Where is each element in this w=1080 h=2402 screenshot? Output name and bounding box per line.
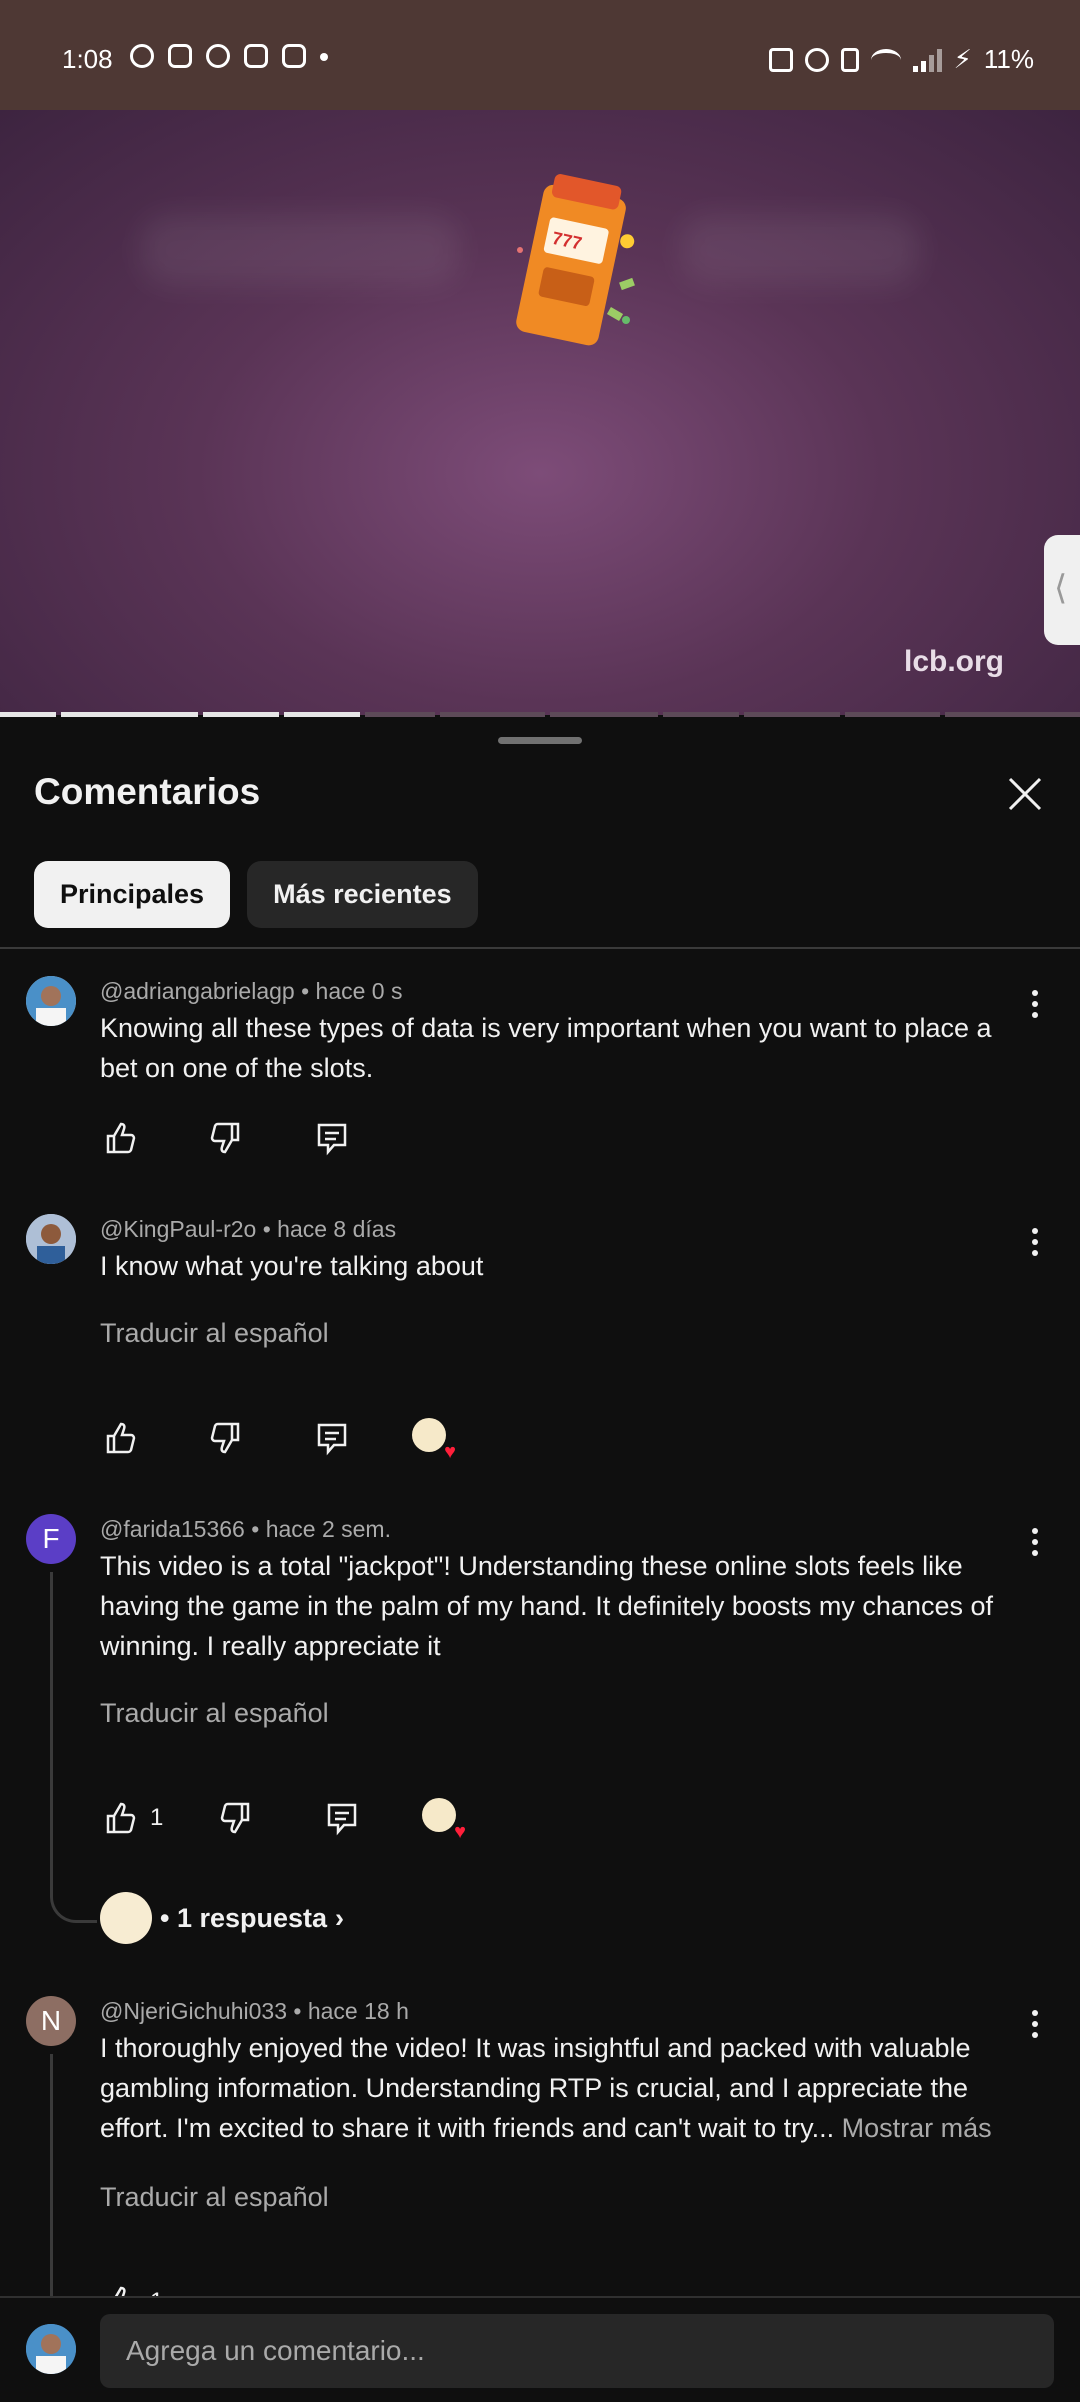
chevron-left-icon: ⟨ bbox=[1054, 569, 1068, 607]
avatar[interactable]: F bbox=[26, 1514, 76, 1564]
more-notifications-dot bbox=[320, 53, 328, 61]
comment-text: Knowing all these types of data is very … bbox=[100, 1013, 992, 1083]
creator-heart-icon: ♥ bbox=[422, 1798, 466, 1842]
drag-handle[interactable] bbox=[498, 737, 582, 744]
reply-icon[interactable] bbox=[312, 1118, 352, 1158]
show-more-link[interactable]: Mostrar más bbox=[842, 2113, 992, 2143]
dislike-icon[interactable] bbox=[206, 1418, 246, 1458]
comment-input[interactable] bbox=[100, 2314, 1054, 2388]
avatar[interactable] bbox=[26, 976, 76, 1026]
comment-time: hace 8 días bbox=[277, 1216, 397, 1242]
more-options-icon[interactable] bbox=[1030, 1528, 1040, 1562]
comment-body: I thoroughly enjoyed the video! It was i… bbox=[100, 2033, 971, 2143]
close-icon[interactable] bbox=[1006, 775, 1044, 813]
comment-author[interactable]: @NjeriGichuhi033 bbox=[100, 1998, 287, 2024]
comment-actions: ♥ bbox=[100, 1418, 456, 1462]
comment-text: I know what you're talking about bbox=[100, 1251, 484, 1281]
comment-author[interactable]: @KingPaul-r2o bbox=[100, 1216, 256, 1242]
whatsapp-icon bbox=[130, 44, 154, 68]
comment-actions bbox=[100, 1118, 352, 1158]
creator-avatar bbox=[100, 1892, 152, 1944]
thread-line bbox=[50, 1572, 53, 1892]
comment-composer bbox=[0, 2296, 1080, 2402]
comment-actions: 1 ♥ bbox=[100, 1798, 466, 1842]
more-options-icon[interactable] bbox=[1030, 990, 1040, 1024]
comment-time: hace 0 s bbox=[315, 978, 403, 1004]
blurred-caption bbox=[680, 215, 920, 285]
translate-link[interactable]: Traducir al español bbox=[100, 1318, 329, 1349]
like-icon[interactable] bbox=[100, 1418, 140, 1458]
video-player[interactable]: 777 lcb.org ⟨ bbox=[0, 110, 1080, 715]
view-replies-button[interactable]: • 1 respuesta › bbox=[100, 1892, 344, 1944]
replies-count: • 1 respuesta bbox=[160, 1902, 328, 1933]
alarm-icon bbox=[804, 47, 829, 72]
more-options-icon[interactable] bbox=[1030, 1228, 1040, 1262]
charging-icon: ⚡ bbox=[953, 44, 972, 74]
slot-machine-illustration: 777 bbox=[516, 174, 635, 346]
comment-meta: @KingPaul-r2o • hace 8 días bbox=[100, 1216, 397, 1242]
translate-link[interactable]: Traducir al español bbox=[100, 1698, 329, 1729]
chip-mas-recientes[interactable]: Más recientes bbox=[247, 861, 478, 928]
messenger-icon bbox=[206, 44, 230, 68]
wifi-icon bbox=[870, 48, 901, 71]
signal-icon bbox=[912, 48, 942, 72]
notification-icons bbox=[130, 44, 328, 68]
side-panel-handle[interactable]: ⟨ bbox=[1044, 535, 1080, 645]
more-options-icon[interactable] bbox=[1030, 2010, 1040, 2044]
avatar[interactable] bbox=[26, 1214, 76, 1264]
like-count: 1 bbox=[150, 1804, 164, 1831]
system-icons: ⚡ 11% bbox=[768, 44, 1034, 75]
comment-author[interactable]: @farida15366 bbox=[100, 1516, 245, 1542]
translate-link[interactable]: Traducir al español bbox=[100, 2182, 329, 2213]
comment-text: I thoroughly enjoyed the video! It was i… bbox=[100, 2028, 1020, 2148]
comment-time: hace 2 sem. bbox=[265, 1516, 391, 1542]
comment-meta: @farida15366 • hace 2 sem. bbox=[100, 1516, 391, 1542]
thread-line bbox=[50, 2054, 53, 2304]
video-watermark: lcb.org bbox=[903, 645, 1004, 678]
like-icon[interactable] bbox=[100, 1118, 140, 1158]
like-icon[interactable] bbox=[100, 1798, 140, 1838]
comment-meta: @NjeriGichuhi033 • hace 18 h bbox=[100, 1998, 409, 2024]
divider bbox=[0, 947, 1080, 949]
comment-meta: @adriangabrielagp • hace 0 s bbox=[100, 978, 403, 1004]
battery-level: 11% bbox=[983, 44, 1034, 74]
sort-chips: Principales Más recientes bbox=[34, 861, 478, 928]
discord-icon bbox=[168, 44, 192, 68]
comment-time: hace 18 h bbox=[307, 1998, 409, 2024]
nfc-icon bbox=[768, 47, 793, 72]
dislike-icon[interactable] bbox=[216, 1798, 256, 1838]
status-bar: 1:08 ⚡ 11% bbox=[0, 0, 1080, 110]
blurred-caption bbox=[140, 215, 460, 285]
chip-principales[interactable]: Principales bbox=[34, 861, 231, 928]
comment-author[interactable]: @adriangabrielagp bbox=[100, 978, 295, 1004]
comment-text: This video is a total "jackpot"! Underst… bbox=[100, 1551, 993, 1661]
instagram-icon bbox=[282, 44, 306, 68]
status-time: 1:08 bbox=[62, 44, 113, 74]
sheet-title: Comentarios bbox=[34, 771, 261, 812]
chevron-right-icon: › bbox=[335, 1902, 345, 1933]
dislike-icon[interactable] bbox=[206, 1118, 246, 1158]
creator-heart-icon: ♥ bbox=[412, 1418, 456, 1462]
instagram-icon bbox=[244, 44, 268, 68]
reply-icon[interactable] bbox=[322, 1798, 362, 1838]
avatar[interactable]: N bbox=[26, 1996, 76, 2046]
reply-icon[interactable] bbox=[312, 1418, 352, 1458]
vibrate-icon bbox=[840, 47, 859, 72]
user-avatar[interactable] bbox=[26, 2324, 76, 2374]
